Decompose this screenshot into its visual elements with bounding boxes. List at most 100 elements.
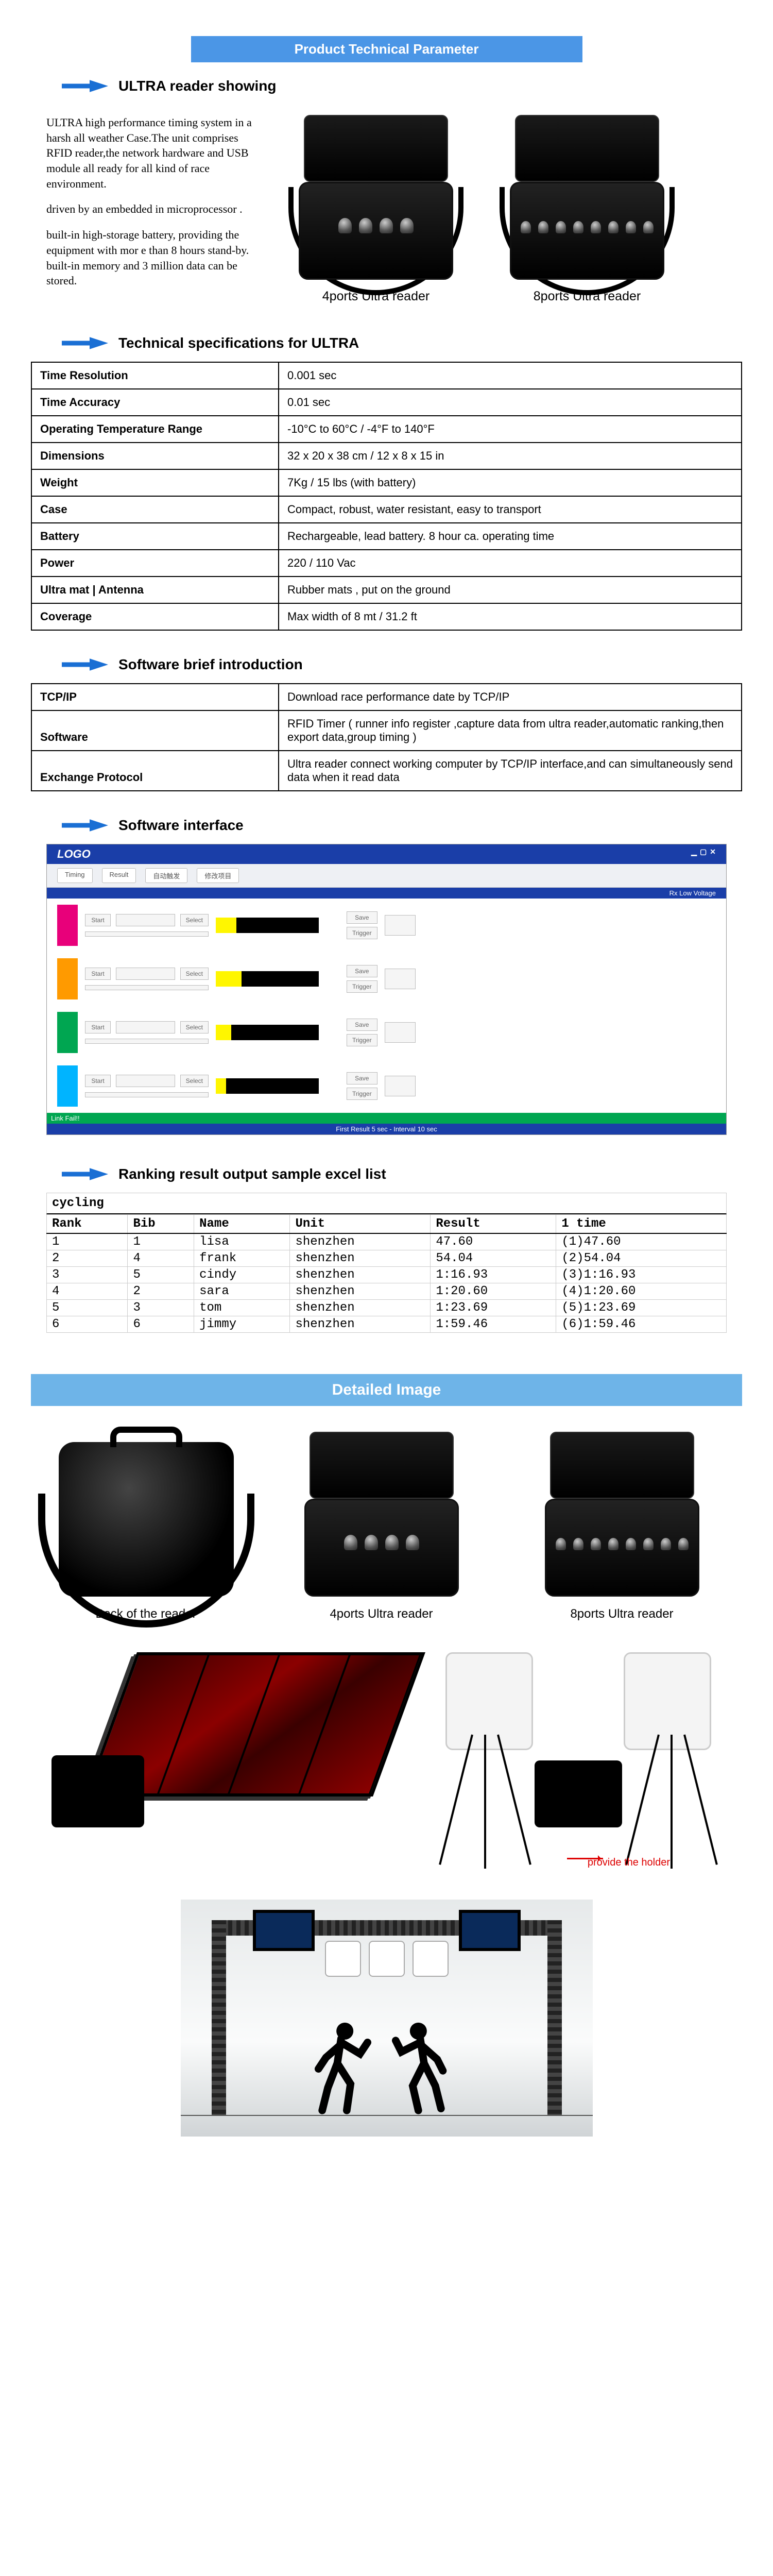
- close-icon[interactable]: ✕: [710, 848, 716, 861]
- spec-key: Dimensions: [31, 443, 279, 469]
- reader-controls: Start Select: [85, 1021, 209, 1044]
- excel-header: 1 time: [556, 1215, 727, 1234]
- start-button[interactable]: Start: [85, 968, 111, 980]
- spec-value: 7Kg / 15 lbs (with battery): [279, 469, 742, 496]
- intro-p3: built-in high-storage battery, providing…: [46, 227, 257, 289]
- trigger-button[interactable]: Trigger: [347, 1088, 377, 1100]
- intro-p2: driven by an embedded in microprocessor …: [46, 201, 257, 217]
- excel-sample: cycling RankBibNameUnitResult1 time11lis…: [46, 1193, 727, 1333]
- excel-cell: lisa: [194, 1233, 290, 1250]
- table-row: Weight7Kg / 15 lbs (with battery): [31, 469, 742, 496]
- excel-cell: 4: [128, 1250, 194, 1267]
- spec-key: Battery: [31, 523, 279, 550]
- spec-value: 220 / 110 Vac: [279, 550, 742, 577]
- detail-back: Back of the reader: [59, 1442, 234, 1621]
- excel-cell: 6: [47, 1316, 128, 1333]
- toolbar-button[interactable]: 自动触发: [145, 868, 187, 883]
- spec-value: 32 x 20 x 38 cm / 12 x 8 x 15 in: [279, 443, 742, 469]
- heading-text: Technical specifications for ULTRA: [118, 335, 359, 351]
- excel-cell: jimmy: [194, 1316, 290, 1333]
- detail-8port: 8ports Ultra reader: [529, 1432, 715, 1621]
- toolbar-button[interactable]: Result: [102, 868, 136, 883]
- table-row: CaseCompact, robust, water resistant, ea…: [31, 496, 742, 523]
- spec-value: Compact, robust, water resistant, easy t…: [279, 496, 742, 523]
- excel-header: Rank: [47, 1215, 128, 1234]
- device-4port-image: [283, 115, 469, 280]
- table-row: TCP/IPDownload race performance date by …: [31, 684, 742, 710]
- spec-key: Coverage: [31, 603, 279, 630]
- trigger-button[interactable]: Trigger: [347, 1034, 377, 1046]
- excel-cell: 1: [47, 1233, 128, 1250]
- status-right: Rx Low Voltage: [669, 889, 716, 897]
- start-button[interactable]: Start: [85, 914, 111, 926]
- excel-cell: 4: [47, 1283, 128, 1300]
- excel-header: Unit: [290, 1215, 431, 1234]
- excel-cell: shenzhen: [290, 1316, 431, 1333]
- arrow-icon: [62, 818, 108, 833]
- aux-button[interactable]: [385, 915, 416, 936]
- heading-text: Software interface: [118, 817, 244, 834]
- excel-cell: shenzhen: [290, 1233, 431, 1250]
- readout-field: [116, 1075, 175, 1087]
- save-button[interactable]: Save: [347, 1019, 377, 1031]
- excel-cell: (4)1:20.60: [556, 1283, 727, 1300]
- device-4port-image: [289, 1432, 474, 1597]
- start-button[interactable]: Start: [85, 1075, 111, 1087]
- excel-cell: 1:20.60: [431, 1283, 556, 1300]
- trigger-button[interactable]: Trigger: [347, 927, 377, 939]
- table-row: Power220 / 110 Vac: [31, 550, 742, 577]
- toolbar-button[interactable]: Timing: [57, 868, 93, 883]
- minimize-icon[interactable]: ▁: [691, 848, 697, 861]
- device-8port-image: [494, 115, 680, 280]
- software-screenshot: LOGO ▁ ▢ ✕ TimingResult自动触发修改项目 Rx Low V…: [46, 844, 727, 1135]
- intro-text: ULTRA high performance timing system in …: [46, 115, 257, 299]
- select-button[interactable]: Select: [180, 1075, 209, 1087]
- start-button[interactable]: Start: [85, 1021, 111, 1033]
- aux-button[interactable]: [385, 1076, 416, 1096]
- save-button[interactable]: Save: [347, 1072, 377, 1084]
- app-footer-status: Link Fail!!: [47, 1113, 726, 1124]
- trigger-button[interactable]: Trigger: [347, 980, 377, 993]
- table-row: Dimensions32 x 20 x 38 cm / 12 x 8 x 15 …: [31, 443, 742, 469]
- heading-software-interface: Software interface: [62, 817, 742, 834]
- save-button[interactable]: Save: [347, 911, 377, 924]
- arrow-icon: [62, 335, 108, 351]
- closed-case-image: [59, 1442, 234, 1597]
- excel-cell: 54.04: [431, 1250, 556, 1267]
- color-chip: [57, 958, 78, 999]
- table-row: CoverageMax width of 8 mt / 31.2 ft: [31, 603, 742, 630]
- arrow-icon: [62, 78, 108, 94]
- excel-cell: (1)47.60: [556, 1233, 727, 1250]
- excel-cell: tom: [194, 1300, 290, 1316]
- select-button[interactable]: Select: [180, 914, 209, 926]
- spec-value: Rechargeable, lead battery. 8 hour ca. o…: [279, 523, 742, 550]
- select-button[interactable]: Select: [180, 968, 209, 980]
- aux-button[interactable]: [385, 1022, 416, 1043]
- table-row: Software RFID Timer ( runner info regist…: [31, 710, 742, 751]
- excel-row: 66jimmyshenzhen1:59.46(6)1:59.46: [47, 1316, 727, 1333]
- caption-8port: 8ports Ultra reader: [534, 289, 641, 304]
- color-chip: [57, 1012, 78, 1053]
- device-8port-image: [529, 1432, 715, 1597]
- toolbar-button[interactable]: 修改项目: [197, 868, 239, 883]
- spec-key: Power: [31, 550, 279, 577]
- reader-controls: Start Select: [85, 1075, 209, 1097]
- heading-text: Ranking result output sample excel list: [118, 1166, 386, 1182]
- caption-4port: 4ports Ultra reader: [322, 289, 430, 304]
- spec-key: Ultra mat | Antenna: [31, 577, 279, 603]
- excel-cell: (6)1:59.46: [556, 1316, 727, 1333]
- spec-key: Operating Temperature Range: [31, 416, 279, 443]
- banner-technical-parameter: Product Technical Parameter: [191, 36, 582, 62]
- aux-button[interactable]: [385, 969, 416, 989]
- maximize-icon[interactable]: ▢: [700, 848, 707, 861]
- save-button[interactable]: Save: [347, 965, 377, 977]
- excel-row: 11lisashenzhen47.60(1)47.60: [47, 1233, 727, 1250]
- caption-4port: 4ports Ultra reader: [289, 1607, 474, 1621]
- excel-row: 35cindyshenzhen1:16.93(3)1:16.93: [47, 1267, 727, 1283]
- sw-value: RFID Timer ( runner info register ,captu…: [279, 710, 742, 751]
- excel-cell: 2: [47, 1250, 128, 1267]
- select-button[interactable]: Select: [180, 1021, 209, 1033]
- reader-controls: Start Select: [85, 968, 209, 990]
- reader-row: Start Select Save Trigger: [47, 952, 726, 1006]
- reader-controls: Start Select: [85, 914, 209, 937]
